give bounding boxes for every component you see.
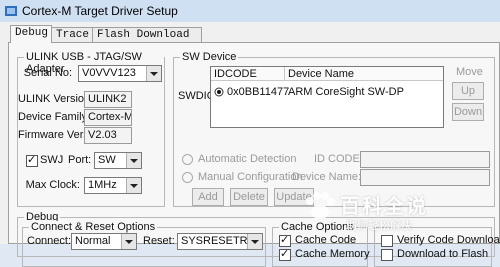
download-options-group: Verify Code Download Download to Flash [374,227,500,267]
connect-reset-group-label: Connect & Reset Options [29,221,158,233]
serial-value: V0VVV123 [82,67,136,79]
chevron-down-icon[interactable] [126,178,141,193]
cache-memory-checkbox[interactable] [279,247,291,261]
connect-combo[interactable]: Normal [71,233,137,250]
device-family-label: Device Family: [18,111,91,123]
ulink-version-label: ULINK Version: [18,93,94,105]
reset-label: Reset: [143,235,175,247]
title-bar: Cortex-M Target Driver Setup [0,0,500,22]
move-down-button[interactable]: Down [452,103,484,121]
chevron-down-icon[interactable] [247,234,262,249]
row-idcode: 0x0BB11477 [227,86,290,98]
automatic-detection-label: Automatic Detection [198,153,297,165]
debug-group: Debug Connect & Reset Options Connect: N… [17,211,500,267]
id-code-label: ID CODE: [314,153,363,165]
delete-button[interactable]: Delete [230,188,268,206]
add-button[interactable]: Add [192,188,224,206]
watermark-subtitle: 助你轻松解决 [346,220,412,232]
serial-combo[interactable]: V0VVV123 [78,65,162,82]
max-clock-combo[interactable]: 1MHz [84,177,142,194]
chevron-down-icon[interactable] [146,66,161,81]
connect-value: Normal [75,235,111,247]
id-code-field[interactable] [360,151,490,168]
ulink-adapter-group: ULINK USB - JTAG/SW Adapter Serial No: V… [17,51,165,207]
tab-flash-download[interactable]: Flash Download [92,27,202,42]
selected-radio-icon [214,87,224,97]
tab-trace[interactable]: Trace [51,27,93,42]
ulink-version-field: ULINK2 [84,91,132,108]
automatic-detection-radio[interactable] [182,154,193,165]
watermark-title: 百科全说 [340,196,428,218]
paw-logo-icon [306,192,335,219]
device-name-label: Device Name: [292,171,362,183]
table-row[interactable]: 0x0BB11477 ARM CoreSight SW-DP [214,84,442,100]
dialog-body: Debug Trace Flash Download ULINK USB - J… [0,22,500,267]
port-combo[interactable]: SW [94,152,142,169]
connect-reset-group: Connect & Reset Options Connect: Normal … [22,221,266,267]
manual-configuration-radio[interactable] [182,172,193,183]
device-name-field[interactable] [360,169,490,186]
manual-configuration-label: Manual Configuration [198,171,303,183]
swj-checkbox[interactable] [26,153,38,167]
sw-device-group-label: SW Device [180,51,239,63]
col-header-device-name[interactable]: Device Name [285,67,443,81]
port-value: SW [98,154,116,166]
cache-options-group: Cache Options Cache Code Cache Memory [272,221,370,267]
col-header-idcode[interactable]: IDCODE [211,67,285,81]
port-label: Port: [68,154,92,166]
row-device-name: ARM CoreSight SW-DP [288,86,404,98]
cache-memory-label: Cache Memory [295,248,370,260]
download-to-flash-checkbox[interactable] [381,249,393,261]
verify-code-download-label: Verify Code Download [397,234,500,246]
connect-label: Connect: [27,235,72,247]
chevron-down-icon[interactable] [121,234,136,249]
reset-combo[interactable]: SYSRESETREQ [177,233,263,250]
max-clock-value: 1MHz [88,179,117,191]
serial-label: Serial No: [23,67,72,79]
device-family-field: Cortex-M [84,109,132,126]
cache-code-checkbox[interactable] [279,233,291,247]
move-label: Move [456,66,483,78]
firmware-version-label: Firmware Version: [18,129,107,141]
firmware-version-field: V2.03 [84,127,132,144]
tab-debug[interactable]: Debug [10,25,52,43]
sw-device-table[interactable]: IDCODE Device Name 0x0BB11477 ARM CoreSi… [210,66,444,128]
download-to-flash-label: Download to Flash [397,248,489,260]
max-clock-label: Max Clock: [25,179,80,191]
chevron-down-icon[interactable] [126,153,141,168]
window-title: Cortex-M Target Driver Setup [22,4,178,18]
swj-label: SWJ [40,154,64,166]
app-icon [5,6,17,16]
sw-device-group: SW Device SWDIO IDCODE Device Name 0x0BB… [173,51,495,207]
cache-code-label: Cache Code [295,234,357,246]
move-up-button[interactable]: Up [452,82,484,100]
verify-code-download-checkbox[interactable] [381,235,393,247]
